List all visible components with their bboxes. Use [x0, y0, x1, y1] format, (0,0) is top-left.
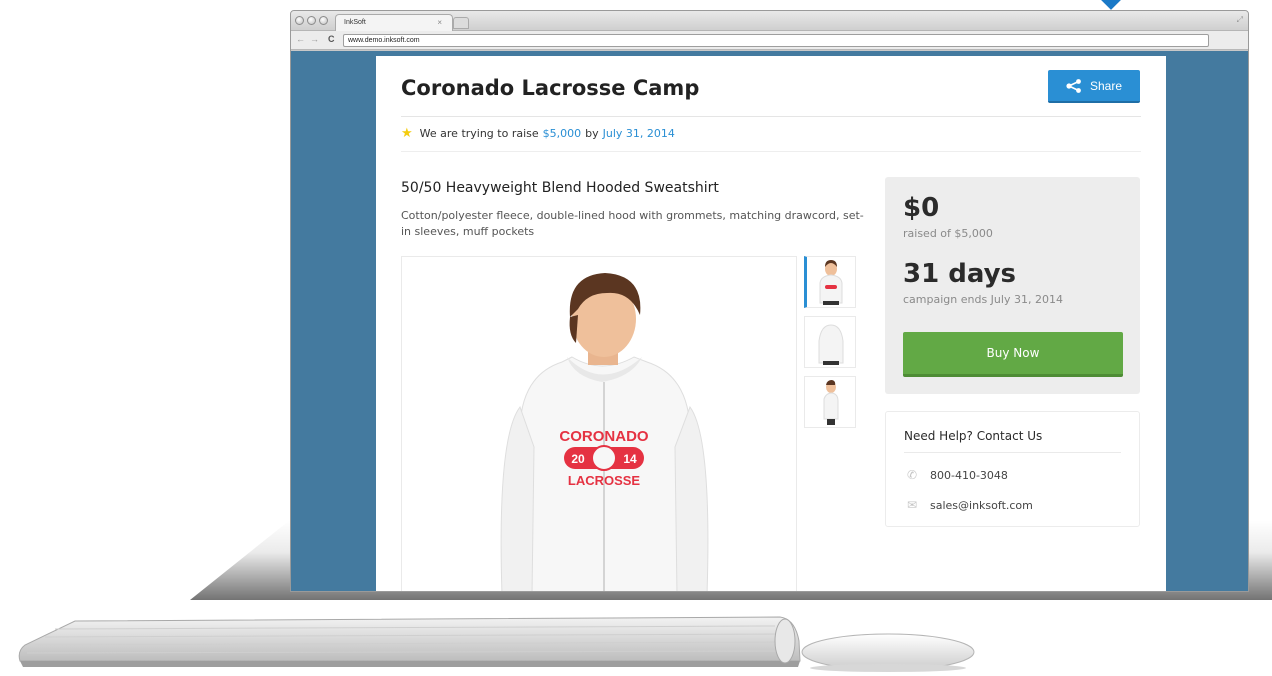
campaign-title: Coronado Lacrosse Camp — [401, 76, 700, 100]
back-button[interactable]: ← — [296, 34, 305, 44]
minimize-window-button[interactable] — [307, 16, 316, 25]
graphic-text-bottom: LACROSSE — [568, 473, 641, 488]
graphic-text-top: CORONADO — [559, 428, 648, 445]
product-description: Cotton/polyester fleece, double-lined ho… — [401, 209, 864, 238]
keyboard-image — [18, 616, 801, 667]
fullscreen-icon[interactable]: ⤢ — [1237, 15, 1243, 25]
browser-tab[interactable]: InkSoft × — [335, 14, 453, 31]
scene: InkSoft × ⤢ ← → C www.demo.inksoft.com C… — [0, 0, 1272, 676]
thumbnail-list — [804, 256, 856, 436]
mouse-image — [801, 633, 975, 672]
divider — [904, 452, 1121, 453]
divider — [401, 151, 1141, 152]
window-controls — [295, 16, 328, 25]
tab-close-icon[interactable]: × — [437, 18, 442, 27]
divider — [401, 116, 1141, 117]
goal-date: July 31, 2014 — [602, 127, 675, 140]
buy-now-button[interactable]: Buy Now — [903, 332, 1123, 377]
close-window-button[interactable] — [295, 16, 304, 25]
page-viewport: Coronado Lacrosse Camp Share ★ We are tr… — [291, 51, 1248, 591]
help-panel: Need Help? Contact Us ✆ 800-410-3048 ✉ s… — [885, 411, 1140, 527]
campaign-page: Coronado Lacrosse Camp Share ★ We are tr… — [376, 56, 1166, 591]
address-bar[interactable]: www.demo.inksoft.com — [343, 34, 1209, 47]
phone-icon: ✆ — [906, 468, 918, 482]
product-title: 50/50 Heavyweight Blend Hooded Sweatshir… — [401, 180, 719, 196]
corner-marker — [1101, 0, 1121, 10]
new-tab-button[interactable] — [453, 17, 469, 29]
thumbnail-side[interactable] — [804, 376, 856, 428]
thumbnail-front[interactable] — [804, 256, 856, 308]
raised-label: raised of $5,000 — [903, 227, 993, 240]
reload-button[interactable]: C — [328, 34, 335, 44]
browser-window: InkSoft × ⤢ ← → C www.demo.inksoft.com C… — [290, 10, 1249, 592]
goal-by: by — [585, 127, 599, 140]
envelope-icon: ✉ — [906, 498, 918, 512]
raised-value: $0 — [903, 193, 940, 223]
navigation-bar: ← → C www.demo.inksoft.com — [291, 31, 1248, 50]
days-value: 31 days — [903, 259, 1017, 289]
model-photo: CORONADO 20 14 LACROSSE — [500, 273, 709, 591]
product-image[interactable]: CORONADO 20 14 LACROSSE — [401, 256, 797, 591]
tab-title: InkSoft — [344, 19, 366, 26]
share-label: Share — [1089, 78, 1123, 93]
graphic-year-right: 14 — [623, 452, 637, 466]
phone-row[interactable]: ✆ 800-410-3048 — [904, 468, 1008, 482]
help-title: Need Help? Contact Us — [904, 429, 1043, 443]
phone-number: 800-410-3048 — [930, 468, 1008, 482]
thumbnail-back[interactable] — [804, 316, 856, 368]
share-button[interactable]: Share — [1048, 70, 1140, 103]
goal-amount: $5,000 — [542, 127, 582, 140]
goal-prefix: We are trying to raise — [419, 127, 539, 140]
graphic-year-left: 20 — [571, 452, 585, 466]
email-row[interactable]: ✉ sales@inksoft.com — [904, 498, 1033, 512]
email-address: sales@inksoft.com — [930, 498, 1033, 512]
zoom-window-button[interactable] — [319, 16, 328, 25]
campaign-stats-panel: $0 raised of $5,000 31 days campaign end… — [885, 177, 1140, 394]
goal-line: ★ We are trying to raise $5,000 by July … — [401, 126, 675, 141]
star-icon: ★ — [401, 126, 413, 141]
days-label: campaign ends July 31, 2014 — [903, 293, 1063, 306]
forward-button[interactable]: → — [310, 34, 319, 44]
title-bar: InkSoft × ⤢ — [291, 11, 1248, 31]
share-icon — [1066, 78, 1081, 93]
